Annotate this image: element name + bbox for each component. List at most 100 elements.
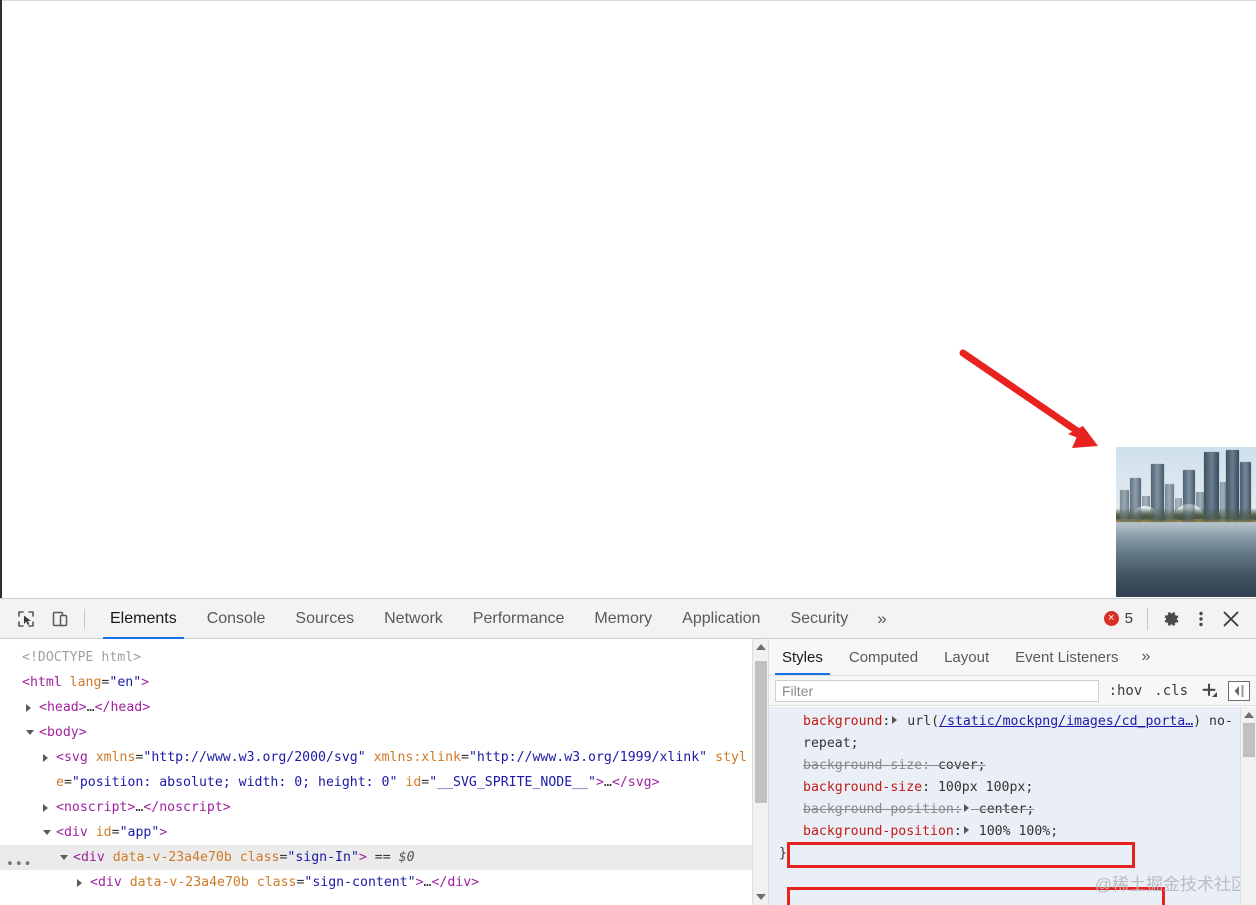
expand-triangle-icon[interactable]: [964, 804, 969, 812]
dom-node-line[interactable]: <head>…</head>: [0, 695, 752, 720]
new-style-rule-button[interactable]: [1198, 680, 1220, 702]
scroll-up-arrow-icon[interactable]: [756, 644, 766, 650]
tab-layout[interactable]: Layout: [931, 639, 1002, 675]
expand-triangle-icon[interactable]: [43, 754, 48, 762]
scrollbar-thumb[interactable]: [1243, 723, 1255, 757]
device-toggle-icon[interactable]: [46, 605, 74, 633]
dom-node-markup: <div data-v-23a4e70b class="sign-content…: [90, 875, 479, 890]
error-count-label: 5: [1125, 610, 1133, 627]
dom-tree[interactable]: <!DOCTYPE html> <html lang="en"> <head>…</…: [0, 639, 752, 895]
viewport-left-edge: [0, 0, 2, 598]
styles-pane: Styles Computed Layout Event Listeners »…: [768, 639, 1256, 905]
style-declaration[interactable]: background-position: 100% 100%;: [769, 821, 1240, 843]
declaration-value[interactable]: 100px 100px;: [930, 780, 1033, 795]
dom-node-line[interactable]: <html lang="en">: [0, 670, 752, 695]
expand-triangle-icon[interactable]: [43, 804, 48, 812]
expand-triangle-icon[interactable]: [77, 879, 82, 887]
tab-label: Security: [790, 610, 848, 628]
declaration-property[interactable]: background-position: [803, 802, 954, 817]
dom-scrollbar[interactable]: [752, 639, 768, 905]
screenshot-root: Elements Console Sources Network Perform…: [0, 0, 1256, 905]
tab-label: Sources: [295, 610, 354, 628]
style-declaration[interactable]: background-position: center;: [769, 799, 1240, 821]
declaration-value[interactable]: 100% 100%;: [971, 824, 1058, 839]
declaration-property[interactable]: background: [803, 714, 882, 729]
toolbar-right-group: × 5: [1104, 604, 1256, 634]
tab-styles[interactable]: Styles: [769, 639, 836, 675]
tab-memory[interactable]: Memory: [579, 599, 667, 639]
close-icon[interactable]: [1216, 604, 1246, 634]
tab-elements[interactable]: Elements: [95, 599, 192, 639]
devtools-toolbar: Elements Console Sources Network Perform…: [0, 599, 1256, 639]
dom-node-markup: <!DOCTYPE html>: [22, 650, 141, 665]
styles-filter-input[interactable]: [775, 680, 1099, 702]
tab-performance[interactable]: Performance: [458, 599, 580, 639]
toolbar-divider: [1147, 608, 1148, 630]
tab-label: Elements: [110, 610, 177, 628]
page-viewport: [0, 0, 1256, 598]
rule-closing-brace: }: [769, 843, 1240, 865]
toolbar-divider: [84, 609, 85, 629]
declaration-value[interactable]: cover;: [930, 758, 986, 773]
dom-node-line[interactable]: <div data-v-23a4e70b class="sign-content…: [0, 870, 752, 895]
kebab-menu-icon[interactable]: [1186, 604, 1216, 634]
style-declaration[interactable]: background-size: 100px 100px;: [769, 777, 1240, 799]
background-image-url-link[interactable]: /static/mockpng/images/cd_porta…: [939, 714, 1193, 729]
treeline-reflection: [1116, 509, 1256, 522]
collapse-triangle-icon[interactable]: [26, 730, 34, 739]
styles-more-tabs-icon[interactable]: »: [1132, 639, 1161, 675]
dom-node-markup: <noscript>…</noscript>: [56, 800, 231, 815]
expand-triangle-icon[interactable]: [26, 704, 31, 712]
expand-triangle-icon[interactable]: [964, 826, 969, 834]
tab-computed[interactable]: Computed: [836, 639, 931, 675]
tab-event-listeners[interactable]: Event Listeners: [1002, 639, 1131, 675]
declaration-property[interactable]: background-size: [803, 780, 922, 795]
declaration-property[interactable]: background-size: [803, 758, 922, 773]
dom-node-markup: <head>…</head>: [39, 700, 150, 715]
annotation-arrow-icon: [940, 330, 1120, 460]
devtools-tab-strip: Elements Console Sources Network Perform…: [95, 599, 901, 639]
dom-node-markup: <svg xmlns="http://www.w3.org/2000/svg" …: [56, 750, 747, 790]
dom-node-markup: <div id="app">: [56, 825, 167, 840]
tab-label: Application: [682, 610, 760, 628]
devtools-body: <!DOCTYPE html> <html lang="en"> <head>…</…: [0, 639, 1256, 905]
style-declaration[interactable]: background-size: cover;: [769, 755, 1240, 777]
dom-node-line[interactable]: •••<div data-v-23a4e70b class="sign-In">…: [0, 845, 752, 870]
dom-node-markup: <html lang="en">: [22, 675, 149, 690]
collapse-triangle-icon[interactable]: [43, 830, 51, 839]
inspect-cursor-icon[interactable]: [12, 605, 40, 633]
tab-network[interactable]: Network: [369, 599, 458, 639]
hov-toggle[interactable]: :hov: [1107, 683, 1145, 699]
expand-triangle-icon[interactable]: [892, 716, 897, 724]
style-declaration[interactable]: background: url(/static/mockpng/images/c…: [769, 711, 1240, 755]
more-tabs-icon[interactable]: »: [863, 599, 900, 639]
tab-console[interactable]: Console: [192, 599, 281, 639]
collapse-triangle-icon[interactable]: [60, 855, 68, 864]
scroll-up-arrow-icon[interactable]: [1244, 712, 1254, 718]
tab-application[interactable]: Application: [667, 599, 775, 639]
tab-label: Network: [384, 610, 443, 628]
dom-node-line[interactable]: <body>: [0, 720, 752, 745]
dom-tree-pane[interactable]: <!DOCTYPE html> <html lang="en"> <head>…</…: [0, 639, 752, 905]
scrollbar-thumb[interactable]: [755, 661, 767, 803]
dom-node-markup: <body>: [39, 725, 87, 740]
declaration-value: url(: [899, 714, 939, 729]
scroll-down-arrow-icon[interactable]: [756, 894, 766, 900]
dom-node-line[interactable]: <div id="app">: [0, 820, 752, 845]
tab-label: Event Listeners: [1015, 649, 1118, 666]
dom-node-line[interactable]: <svg xmlns="http://www.w3.org/2000/svg" …: [0, 745, 752, 795]
declaration-value[interactable]: center;: [971, 802, 1035, 817]
tab-sources[interactable]: Sources: [280, 599, 369, 639]
dom-node-line[interactable]: <noscript>…</noscript>: [0, 795, 752, 820]
collapse-sidebar-icon[interactable]: [1228, 681, 1250, 701]
error-count-badge[interactable]: × 5: [1104, 610, 1133, 627]
gear-icon[interactable]: [1156, 604, 1186, 634]
tab-security[interactable]: Security: [775, 599, 863, 639]
devtools-panel: Elements Console Sources Network Perform…: [0, 598, 1256, 905]
dom-node-line[interactable]: <!DOCTYPE html>: [0, 645, 752, 670]
tab-label: Performance: [473, 610, 565, 628]
cls-toggle[interactable]: .cls: [1152, 683, 1190, 699]
declaration-property[interactable]: background-position: [803, 824, 954, 839]
background-image-thumbnail: [1116, 447, 1256, 597]
styles-scrollbar[interactable]: [1240, 707, 1256, 905]
